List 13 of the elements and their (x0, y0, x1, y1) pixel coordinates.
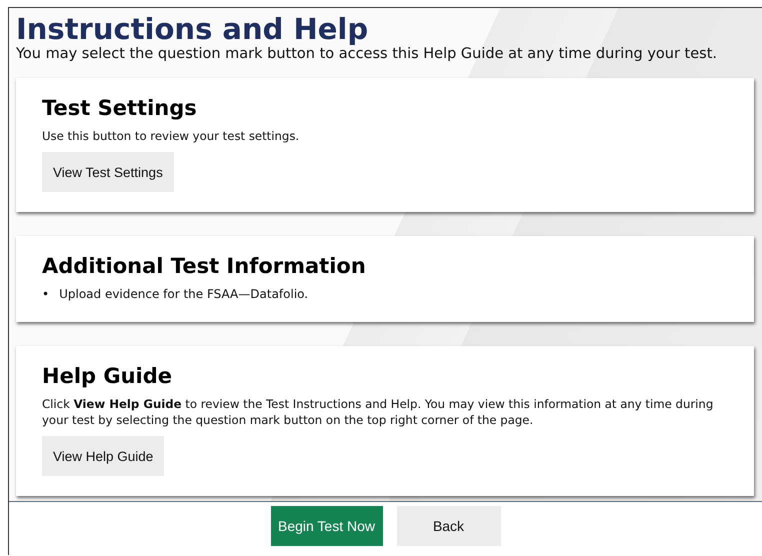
card-text: Click View Help Guide to review the Test Instructions and Help. You may view this information at any time during your test by selecting the question mark button on the top right corner of the page. (42, 396, 714, 428)
card-title: Additional Test Information (42, 253, 367, 280)
card-button[interactable]: View Help Guide (42, 436, 164, 476)
page-subtitle: You may select the question mark button to access this Help Guide at any time during your test. (16, 46, 718, 62)
card-button[interactable]: View Test Settings (42, 152, 174, 192)
card-title: Help Guide (42, 363, 174, 390)
card-text: Use this button to review your test settings. (42, 128, 300, 144)
page-title: Instructions and Help (16, 12, 370, 46)
card-title: Test Settings (42, 95, 198, 122)
back-button[interactable]: Back (396, 506, 500, 546)
begin-button[interactable]: Begin Test Now (270, 506, 382, 546)
bullet: • (42, 286, 50, 302)
list-item: Upload evidence for the FSAA—Datafolio. (59, 286, 308, 302)
